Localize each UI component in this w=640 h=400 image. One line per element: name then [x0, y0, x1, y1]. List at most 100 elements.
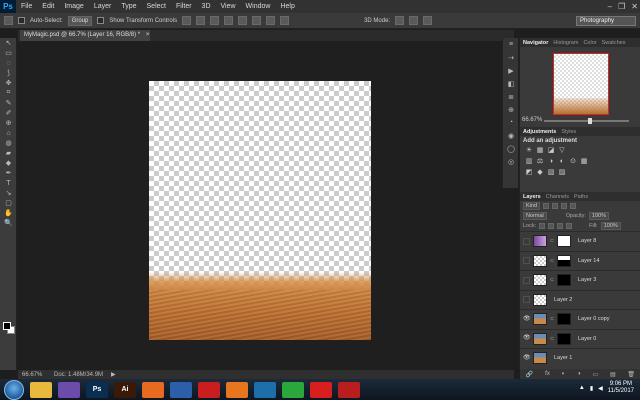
- dock-play-icon[interactable]: ▶: [503, 64, 519, 77]
- color-balance-icon[interactable]: ⚖: [536, 158, 544, 166]
- 3d-roll-icon[interactable]: [409, 16, 419, 25]
- layer-style-icon[interactable]: fx: [545, 371, 550, 377]
- tab-swatches[interactable]: Swatches: [602, 40, 626, 46]
- layer-thumbnail[interactable]: [533, 332, 547, 345]
- layer-thumbnail[interactable]: [533, 352, 547, 365]
- align-left-icon[interactable]: [224, 16, 234, 25]
- taskbar-photoshop-icon[interactable]: Ps: [86, 381, 108, 398]
- foreground-color[interactable]: [3, 322, 11, 330]
- tab-styles[interactable]: Styles: [561, 129, 576, 135]
- new-adjustment-icon[interactable]: ◑: [577, 371, 581, 377]
- gradient-tool-icon[interactable]: ▰: [0, 148, 17, 158]
- dock-icon-8[interactable]: ◉: [503, 129, 519, 142]
- align-middle-icon[interactable]: [196, 16, 206, 25]
- layer-row[interactable]: Layer 2: [520, 289, 640, 310]
- taskbar-explorer-icon[interactable]: [30, 381, 52, 398]
- filter-type-icon[interactable]: [561, 203, 568, 209]
- taskbar-xampp-icon[interactable]: [226, 381, 248, 398]
- posterize-icon[interactable]: ◆: [536, 169, 544, 177]
- tab-channels[interactable]: Channels: [546, 194, 569, 200]
- layer-thumbnail[interactable]: [533, 274, 547, 287]
- taskbar-virtualbox-icon[interactable]: [170, 381, 192, 398]
- canvas-area[interactable]: [18, 41, 514, 370]
- black-white-icon[interactable]: ◑: [547, 158, 555, 166]
- taskbar-red-app-icon[interactable]: [310, 381, 332, 398]
- taskbar-green-app-icon[interactable]: [282, 381, 304, 398]
- layer-row[interactable]: 👁 ⊂ Layer 0: [520, 328, 640, 349]
- align-top-icon[interactable]: [182, 16, 192, 25]
- layer-mask-thumbnail[interactable]: [557, 313, 571, 326]
- layer-thumbnail[interactable]: [533, 293, 547, 306]
- menu-view[interactable]: View: [216, 0, 241, 13]
- blend-mode-dropdown[interactable]: Normal: [523, 212, 547, 220]
- close-tab-icon[interactable]: ×: [146, 32, 150, 38]
- dock-icon-9[interactable]: ◯: [503, 142, 519, 155]
- dock-icon-10[interactable]: ◎: [503, 155, 519, 168]
- navigator-preview[interactable]: [553, 53, 609, 115]
- navigator-zoom-slider[interactable]: [544, 118, 629, 124]
- tab-navigator[interactable]: Navigator: [523, 40, 548, 46]
- menu-layer[interactable]: Layer: [89, 0, 117, 13]
- layer-mask-thumbnail[interactable]: [557, 274, 571, 287]
- pen-tool-icon[interactable]: ✒: [0, 168, 17, 178]
- close-button[interactable]: ✕: [631, 2, 638, 11]
- hand-tool-icon[interactable]: ✋: [0, 208, 17, 218]
- minimize-button[interactable]: –: [608, 2, 612, 11]
- start-button[interactable]: [4, 379, 24, 400]
- move-tool-preset-icon[interactable]: [4, 16, 13, 25]
- dock-icon-5[interactable]: ≣: [503, 90, 519, 103]
- visibility-eye-icon[interactable]: 👁: [523, 335, 531, 342]
- visibility-eye-icon[interactable]: [523, 257, 530, 265]
- exposure-icon[interactable]: ▽: [558, 147, 566, 155]
- clone-stamp-icon[interactable]: ⊕: [0, 118, 17, 128]
- layer-row[interactable]: ⊂ Layer 14: [520, 250, 640, 271]
- tab-color[interactable]: Color: [583, 40, 596, 46]
- menu-window[interactable]: Window: [241, 0, 276, 13]
- tab-histogram[interactable]: Histogram: [553, 40, 578, 46]
- visibility-eye-icon[interactable]: [523, 276, 530, 284]
- threshold-icon[interactable]: ▧: [547, 169, 555, 177]
- menu-image[interactable]: Image: [59, 0, 88, 13]
- vibrance-icon[interactable]: ▥: [525, 158, 533, 166]
- zoom-slider-handle[interactable]: [588, 118, 592, 124]
- new-group-icon[interactable]: ▭: [592, 371, 598, 378]
- taskbar-acrobat-icon[interactable]: [198, 381, 220, 398]
- menu-select[interactable]: Select: [142, 0, 171, 13]
- layer-row[interactable]: ⊂ Layer 3: [520, 270, 640, 290]
- restore-button[interactable]: ❐: [618, 2, 625, 11]
- brush-tool-icon[interactable]: ✐: [0, 108, 17, 118]
- layer-thumbnail[interactable]: [533, 235, 547, 248]
- align-center-icon[interactable]: [238, 16, 248, 25]
- workspace-switcher[interactable]: Photography: [576, 16, 636, 26]
- marquee-tool-icon[interactable]: ▭: [0, 48, 17, 58]
- menu-filter[interactable]: Filter: [171, 0, 197, 13]
- lasso-tool-icon[interactable]: ◌: [0, 58, 17, 68]
- lock-transparency-icon[interactable]: [539, 223, 546, 229]
- menu-help[interactable]: Help: [275, 0, 299, 13]
- tab-paths[interactable]: Paths: [574, 194, 588, 200]
- layer-thumbnail[interactable]: [533, 254, 547, 267]
- distribute-icon[interactable]: [266, 16, 276, 25]
- taskbar-mysql-icon[interactable]: [254, 381, 276, 398]
- layer-row[interactable]: 👁 ⊂ Layer 0 copy: [520, 309, 640, 329]
- healing-brush-icon[interactable]: ✎: [0, 98, 17, 108]
- layer-row[interactable]: ⊂ Layer 8: [520, 231, 640, 251]
- invert-icon[interactable]: ◩: [525, 169, 533, 177]
- visibility-eye-icon[interactable]: 👁: [523, 355, 531, 362]
- layer-row[interactable]: 👁 Layer 1: [520, 348, 640, 368]
- lock-position-icon[interactable]: [557, 223, 564, 229]
- visibility-eye-icon[interactable]: 👁: [523, 316, 531, 323]
- menu-file[interactable]: File: [16, 0, 37, 13]
- channel-mixer-icon[interactable]: ⊙: [569, 158, 577, 166]
- blur-tool-icon[interactable]: ◆: [0, 158, 17, 168]
- visibility-eye-icon[interactable]: [523, 296, 530, 304]
- tray-arrow-icon[interactable]: ▲: [579, 385, 585, 391]
- visibility-eye-icon[interactable]: [523, 237, 530, 245]
- color-lookup-icon[interactable]: ▦: [580, 158, 588, 166]
- eyedropper-tool-icon[interactable]: ⌗: [0, 88, 17, 98]
- filter-shape-icon[interactable]: [570, 203, 577, 209]
- dock-icon-7[interactable]: ◔: [503, 116, 519, 129]
- filter-adjust-icon[interactable]: [552, 203, 559, 209]
- delete-layer-icon[interactable]: 🗑: [627, 371, 635, 378]
- mask-link-icon[interactable]: ⊂: [550, 316, 554, 322]
